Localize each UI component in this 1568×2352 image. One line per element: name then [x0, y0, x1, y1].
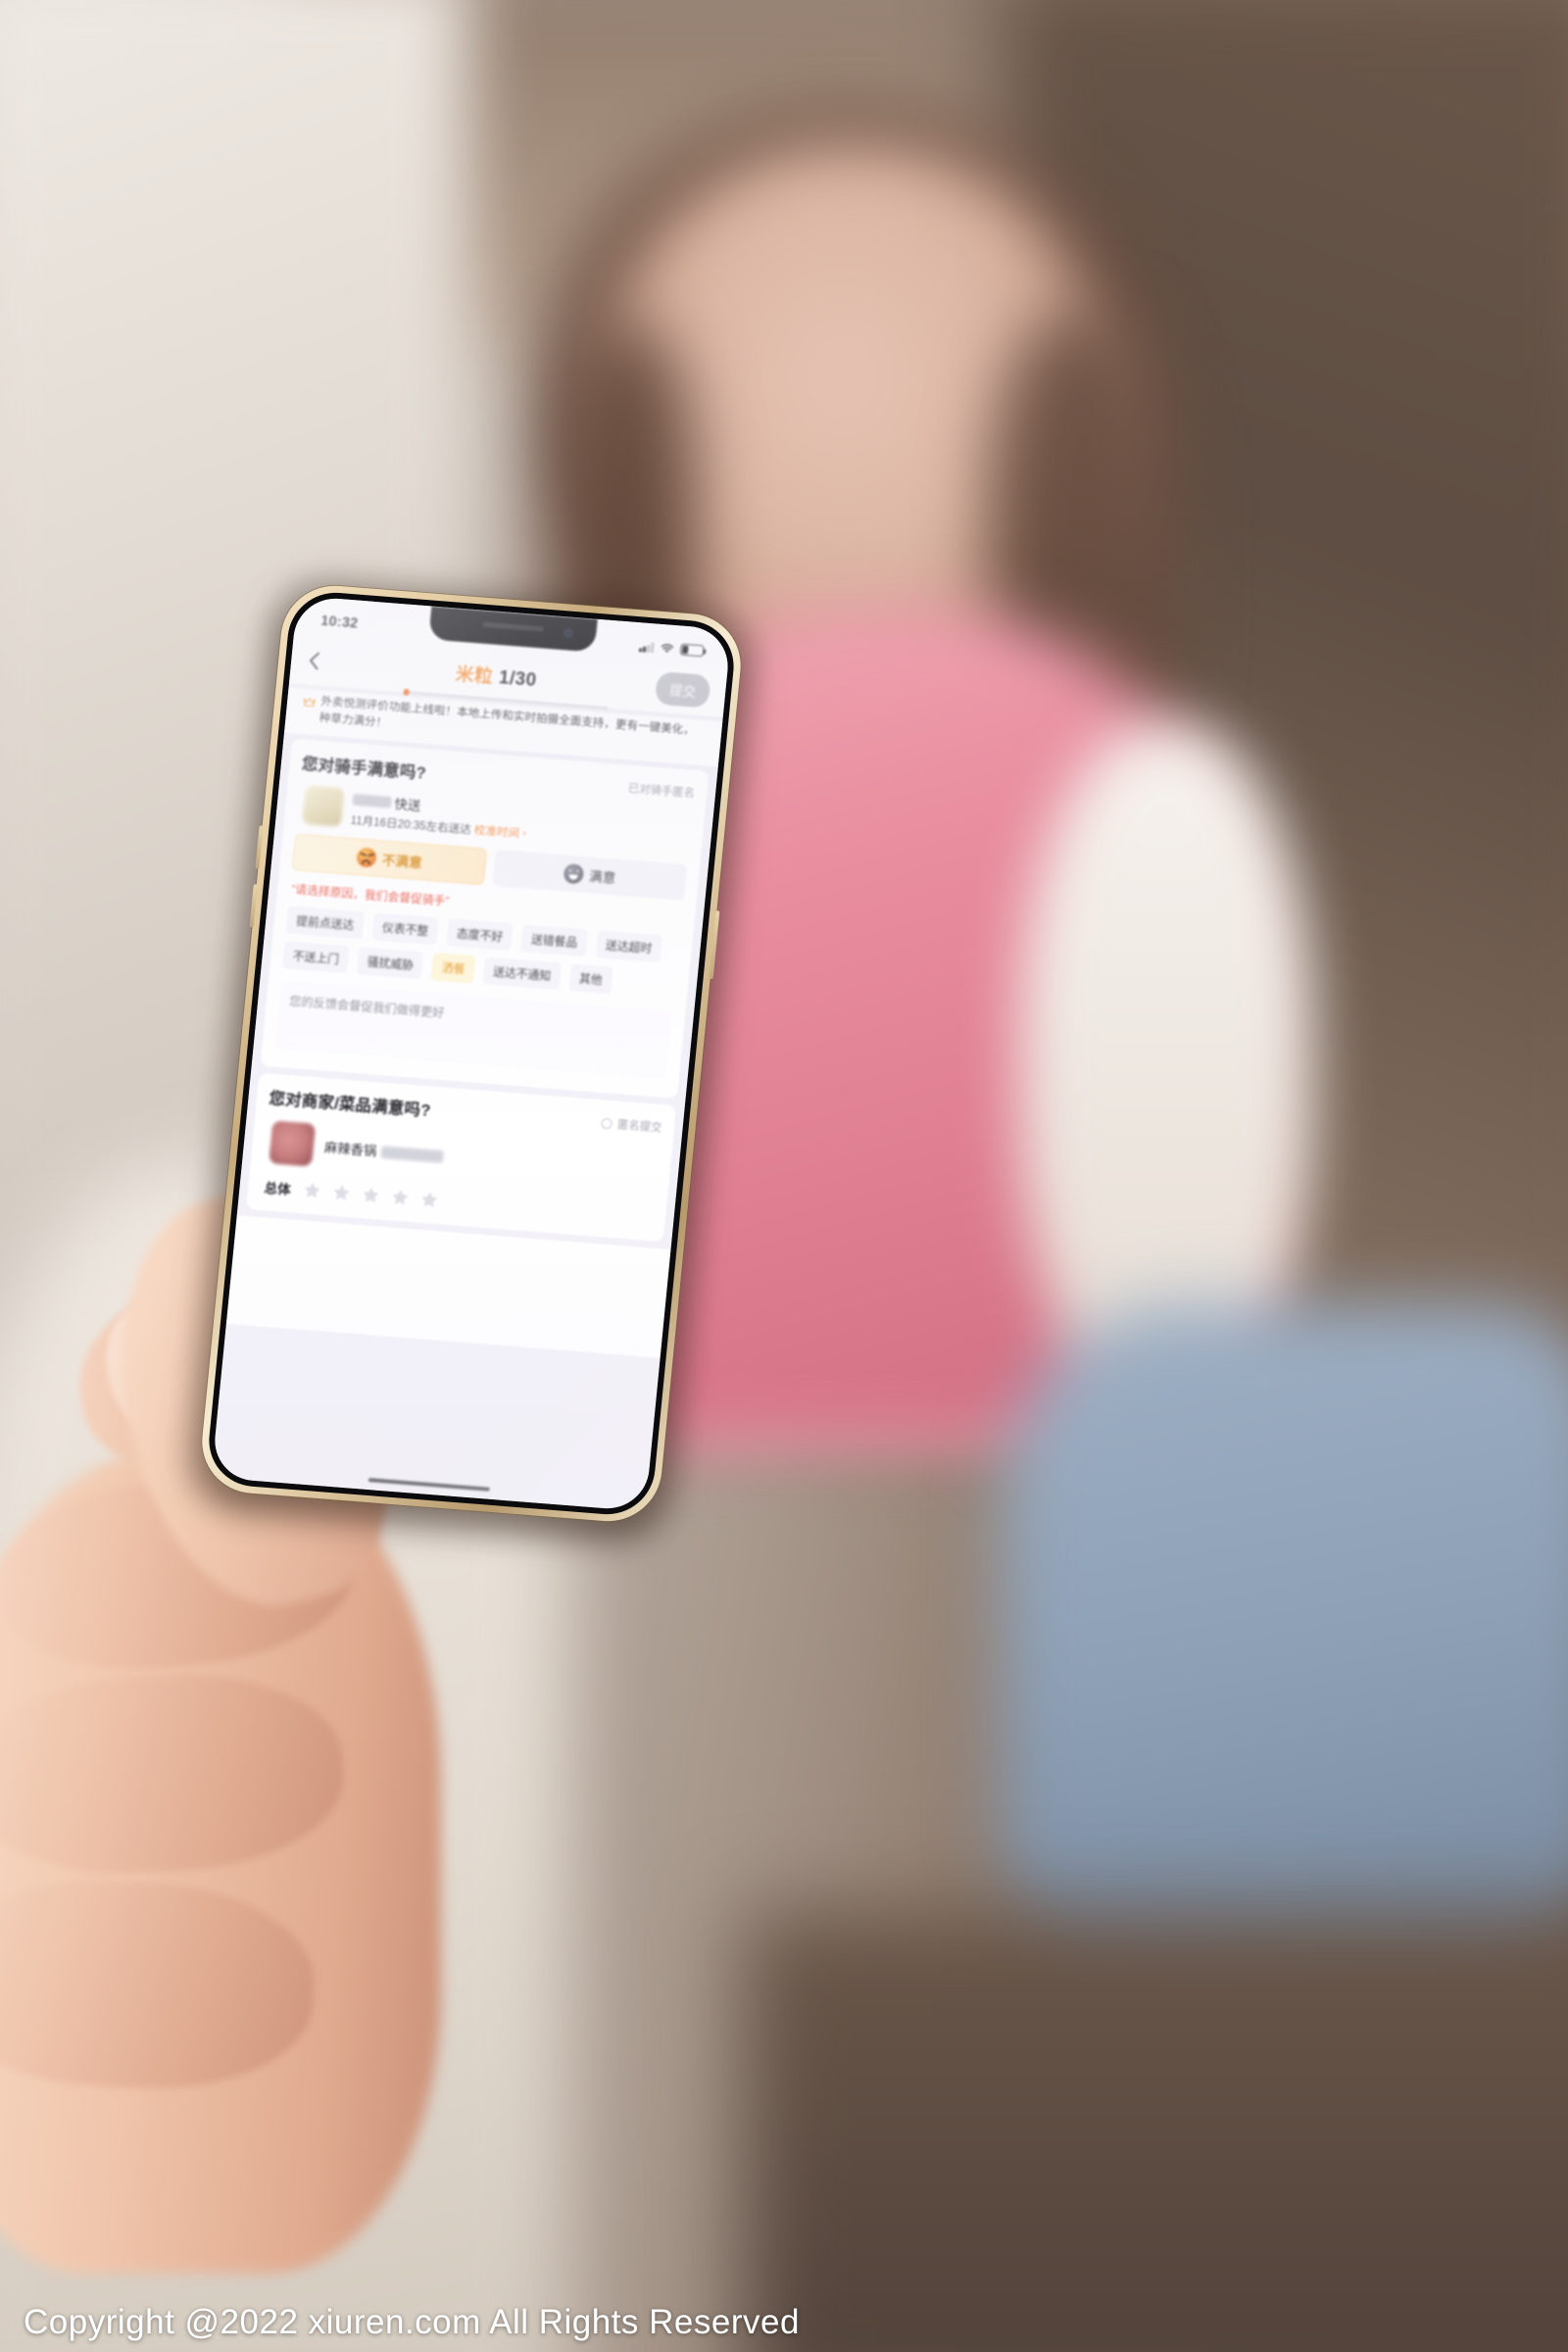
person-jeans	[1000, 1303, 1568, 1989]
wifi-icon	[660, 642, 675, 654]
dissatisfied-button[interactable]: 不满意	[291, 833, 488, 886]
rider-avatar	[302, 784, 345, 827]
rider-service-label: 快送	[393, 796, 422, 813]
satisfied-label: 满意	[588, 868, 616, 886]
status-time: 10:32	[319, 612, 360, 632]
dish-name-redacted	[379, 1145, 444, 1163]
status-icons	[638, 640, 705, 658]
radio-icon[interactable]	[601, 1117, 613, 1129]
progress-dot	[403, 688, 411, 696]
overall-rating-label: 总体	[263, 1180, 292, 1198]
reason-tag[interactable]: 送达不通知	[481, 956, 563, 991]
merchant-rating-card: 您对商家/菜品满意吗? 匿名提交 麻辣香锅 总体	[246, 1073, 676, 1242]
battery-icon	[679, 643, 705, 658]
cellular-signal-icon	[638, 641, 655, 653]
calibrate-time-link[interactable]: 校准时间	[473, 821, 520, 841]
anonymous-submit-label: 匿名提交	[616, 1118, 663, 1135]
bottom-spacer	[225, 1215, 671, 1358]
smartphone: 10:32 米粒 1/30 提交 外卖悦测评价功能上线啦！本地上传和实时拍摄全面…	[181, 572, 762, 1548]
phone-screen: 10:32 米粒 1/30 提交 外卖悦测评价功能上线啦！本地上传和实时拍摄全面…	[211, 595, 732, 1512]
chevron-left-icon	[309, 652, 320, 670]
reason-tag[interactable]: 其他	[567, 962, 613, 995]
reason-tag-selected[interactable]: 洒餐	[430, 952, 476, 984]
reason-tag[interactable]: 骚扰威胁	[356, 946, 425, 980]
merchant-card-title: 您对商家/菜品满意吗?	[268, 1089, 432, 1120]
crown-icon	[302, 695, 317, 713]
star-icon[interactable]	[418, 1189, 440, 1209]
star-icon[interactable]	[302, 1180, 323, 1200]
background-floor	[745, 1911, 1568, 2352]
anonymous-submit-option[interactable]: 匿名提交	[601, 1115, 662, 1136]
star-icon[interactable]	[331, 1182, 353, 1202]
angry-face-icon	[356, 847, 378, 868]
dish-name-wrap: 麻辣香锅	[323, 1136, 444, 1165]
back-button[interactable]	[290, 649, 337, 672]
dish-thumbnail	[269, 1120, 317, 1167]
chevron-right-icon: ›	[521, 826, 527, 840]
reason-tag[interactable]: 仪表不整	[370, 911, 440, 946]
earpiece-speaker-icon	[482, 621, 544, 632]
dish-name: 麻辣香锅	[323, 1140, 378, 1159]
star-icon[interactable]	[361, 1185, 382, 1205]
app-screen: 10:32 米粒 1/30 提交 外卖悦测评价功能上线啦！本地上传和实时拍摄全面…	[211, 595, 732, 1512]
copyright-watermark: Copyright @2022 xiuren.com All Rights Re…	[24, 2303, 800, 2341]
front-camera-icon	[563, 628, 573, 638]
page-title-name: 米粒	[454, 663, 495, 688]
satisfied-button[interactable]: 满意	[491, 849, 688, 902]
rider-card-title: 您对骑手满意吗?	[301, 755, 427, 783]
star-rating[interactable]	[302, 1180, 441, 1210]
submit-button[interactable]: 提交	[654, 670, 711, 709]
reason-tag[interactable]: 提前点送达	[285, 905, 366, 940]
reason-tag[interactable]: 不送上门	[281, 940, 351, 974]
rider-anonymous-note: 已对骑手匿名	[627, 782, 696, 801]
rider-name-redacted	[352, 793, 393, 808]
star-icon[interactable]	[390, 1187, 412, 1207]
scroll-body[interactable]: 您对骑手满意吗? 已对骑手匿名 快送 11月16日20:35左右送达 校准时间 …	[211, 732, 718, 1512]
smiling-face-icon	[563, 862, 585, 885]
reason-tag[interactable]: 送达超时	[594, 929, 663, 963]
reason-tag[interactable]: 送错餐品	[519, 923, 589, 957]
dissatisfied-label: 不满意	[381, 853, 423, 871]
reason-tag[interactable]: 态度不好	[445, 917, 514, 952]
page-title-count: 1/30	[492, 666, 538, 691]
rider-rating-card: 您对骑手满意吗? 已对骑手匿名 快送 11月16日20:35左右送达 校准时间 …	[260, 738, 710, 1099]
